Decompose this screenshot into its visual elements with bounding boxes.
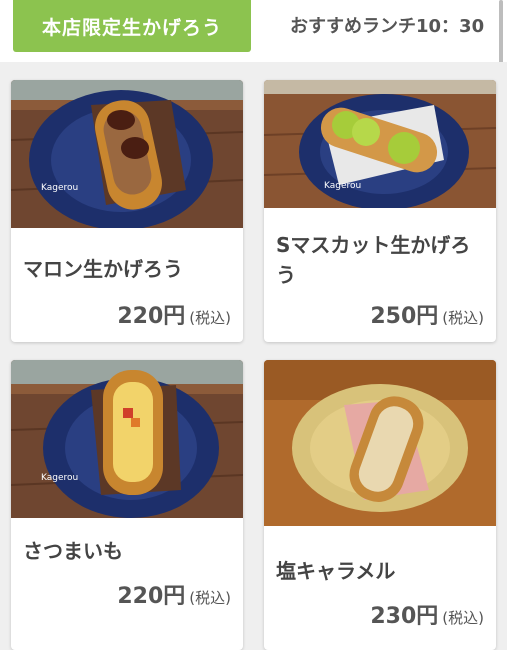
product-card-muscat[interactable]: Kagerou Sマスカット生かげろう 250円 (税込) (264, 80, 496, 342)
product-image-satsumaimo: Kagerou (11, 360, 243, 518)
price-value: 230円 (370, 604, 439, 629)
product-name-satsumaimo: さつまいも (23, 539, 123, 563)
product-price-shio-caramel: 230円 (税込) (370, 598, 484, 630)
tab-osusume-lunch[interactable]: おすすめランチ10：30 (290, 12, 484, 38)
product-image-marron: Kagerou (11, 80, 243, 228)
product-image-muscat: Kagerou (264, 80, 496, 208)
product-image-shio-caramel (264, 360, 496, 526)
product-name-shio-caramel: 塩キャラメル (276, 559, 396, 583)
tax-label: (税込) (189, 309, 231, 327)
plate-logo: Kagerou (41, 183, 78, 193)
product-price-muscat: 250円 (税込) (370, 298, 484, 330)
scrollbar[interactable] (499, 0, 503, 62)
price-value: 220円 (117, 304, 186, 329)
tax-label: (税込) (189, 589, 231, 607)
product-name-muscat: Sマスカット生かげろう (276, 233, 471, 287)
tab-honten-gentei[interactable]: 本店限定生かげろう (13, 0, 251, 52)
price-value: 220円 (117, 584, 186, 609)
product-name-marron: マロン生かげろう (23, 257, 183, 281)
tax-label: (税込) (442, 609, 484, 627)
product-card-shio-caramel[interactable]: 塩キャラメル 230円 (税込) (264, 360, 496, 650)
product-price-marron: 220円 (税込) (117, 298, 231, 330)
category-tab-bar: 本店限定生かげろう おすすめランチ10：30 (0, 0, 507, 62)
svg-text:Kagerou: Kagerou (324, 181, 361, 191)
product-price-satsumaimo: 220円 (税込) (117, 578, 231, 610)
svg-text:Kagerou: Kagerou (41, 473, 78, 483)
product-card-satsumaimo[interactable]: Kagerou さつまいも 220円 (税込) (11, 360, 243, 650)
tax-label: (税込) (442, 309, 484, 327)
price-value: 250円 (370, 304, 439, 329)
product-card-marron[interactable]: Kagerou マロン生かげろう 220円 (税込) (11, 80, 243, 342)
